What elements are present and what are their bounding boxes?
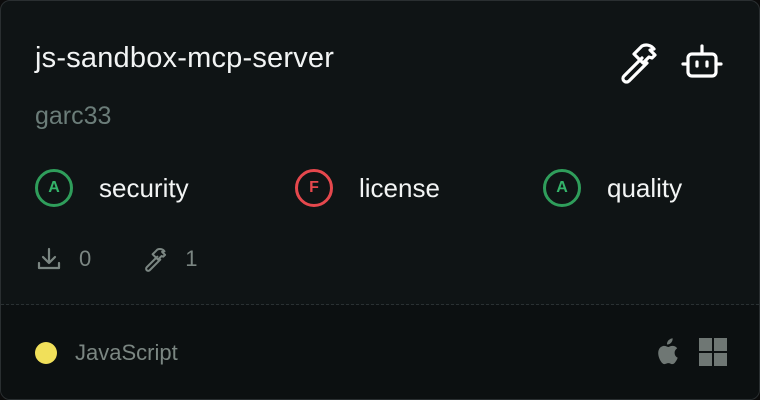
- server-card[interactable]: js-sandbox-mcp-server garc33 A security …: [0, 0, 760, 400]
- tools-count: 1: [185, 246, 198, 271]
- windows-icon: [699, 337, 727, 367]
- downloads-stat: 0: [35, 245, 91, 273]
- score-label: security: [99, 173, 189, 203]
- platform-icons: [653, 337, 727, 367]
- score-list: A security F license A quality: [35, 167, 715, 209]
- grade-badge: A: [543, 169, 581, 207]
- bot-icon[interactable]: [679, 39, 725, 85]
- card-footer: JavaScript: [1, 305, 759, 399]
- apple-icon: [653, 337, 681, 367]
- download-icon: [35, 245, 63, 273]
- score-label: license: [359, 173, 440, 203]
- grade-badge: F: [295, 169, 333, 207]
- language-color-dot: [35, 342, 57, 364]
- downloads-count: 0: [79, 246, 92, 271]
- score-license[interactable]: F license: [295, 167, 440, 209]
- hammer-icon[interactable]: [615, 39, 661, 85]
- header-icons: [615, 39, 725, 85]
- server-title[interactable]: js-sandbox-mcp-server: [35, 39, 334, 77]
- score-quality[interactable]: A quality: [543, 167, 682, 209]
- score-security[interactable]: A security: [35, 167, 189, 209]
- tools-stat: 1: [141, 245, 198, 273]
- stats-row: 0 1: [35, 245, 220, 273]
- hammer-icon: [141, 245, 169, 273]
- score-label: quality: [607, 173, 683, 203]
- grade-badge: A: [35, 169, 73, 207]
- language: JavaScript: [35, 339, 178, 367]
- language-name: JavaScript: [75, 340, 178, 365]
- author-name[interactable]: garc33: [35, 99, 111, 133]
